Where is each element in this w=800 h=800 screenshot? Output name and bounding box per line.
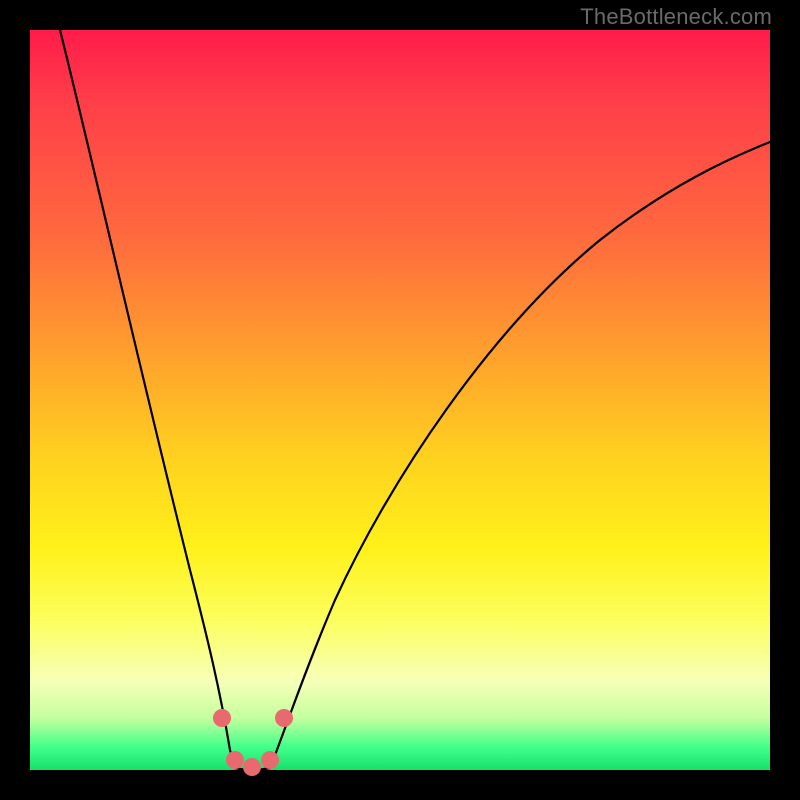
valley-left-dot bbox=[226, 751, 244, 769]
chart-frame: TheBottleneck.com bbox=[0, 0, 800, 800]
watermark-text: TheBottleneck.com bbox=[580, 4, 772, 30]
right-branch-curve bbox=[270, 142, 770, 768]
curve-layer bbox=[30, 30, 770, 770]
valley-right-dot bbox=[261, 751, 279, 769]
left-shoulder-dot bbox=[213, 709, 231, 727]
valley-mid-dot bbox=[243, 758, 261, 776]
right-shoulder-dot bbox=[275, 709, 293, 727]
left-branch-curve bbox=[60, 30, 235, 768]
plot-area bbox=[30, 30, 770, 770]
